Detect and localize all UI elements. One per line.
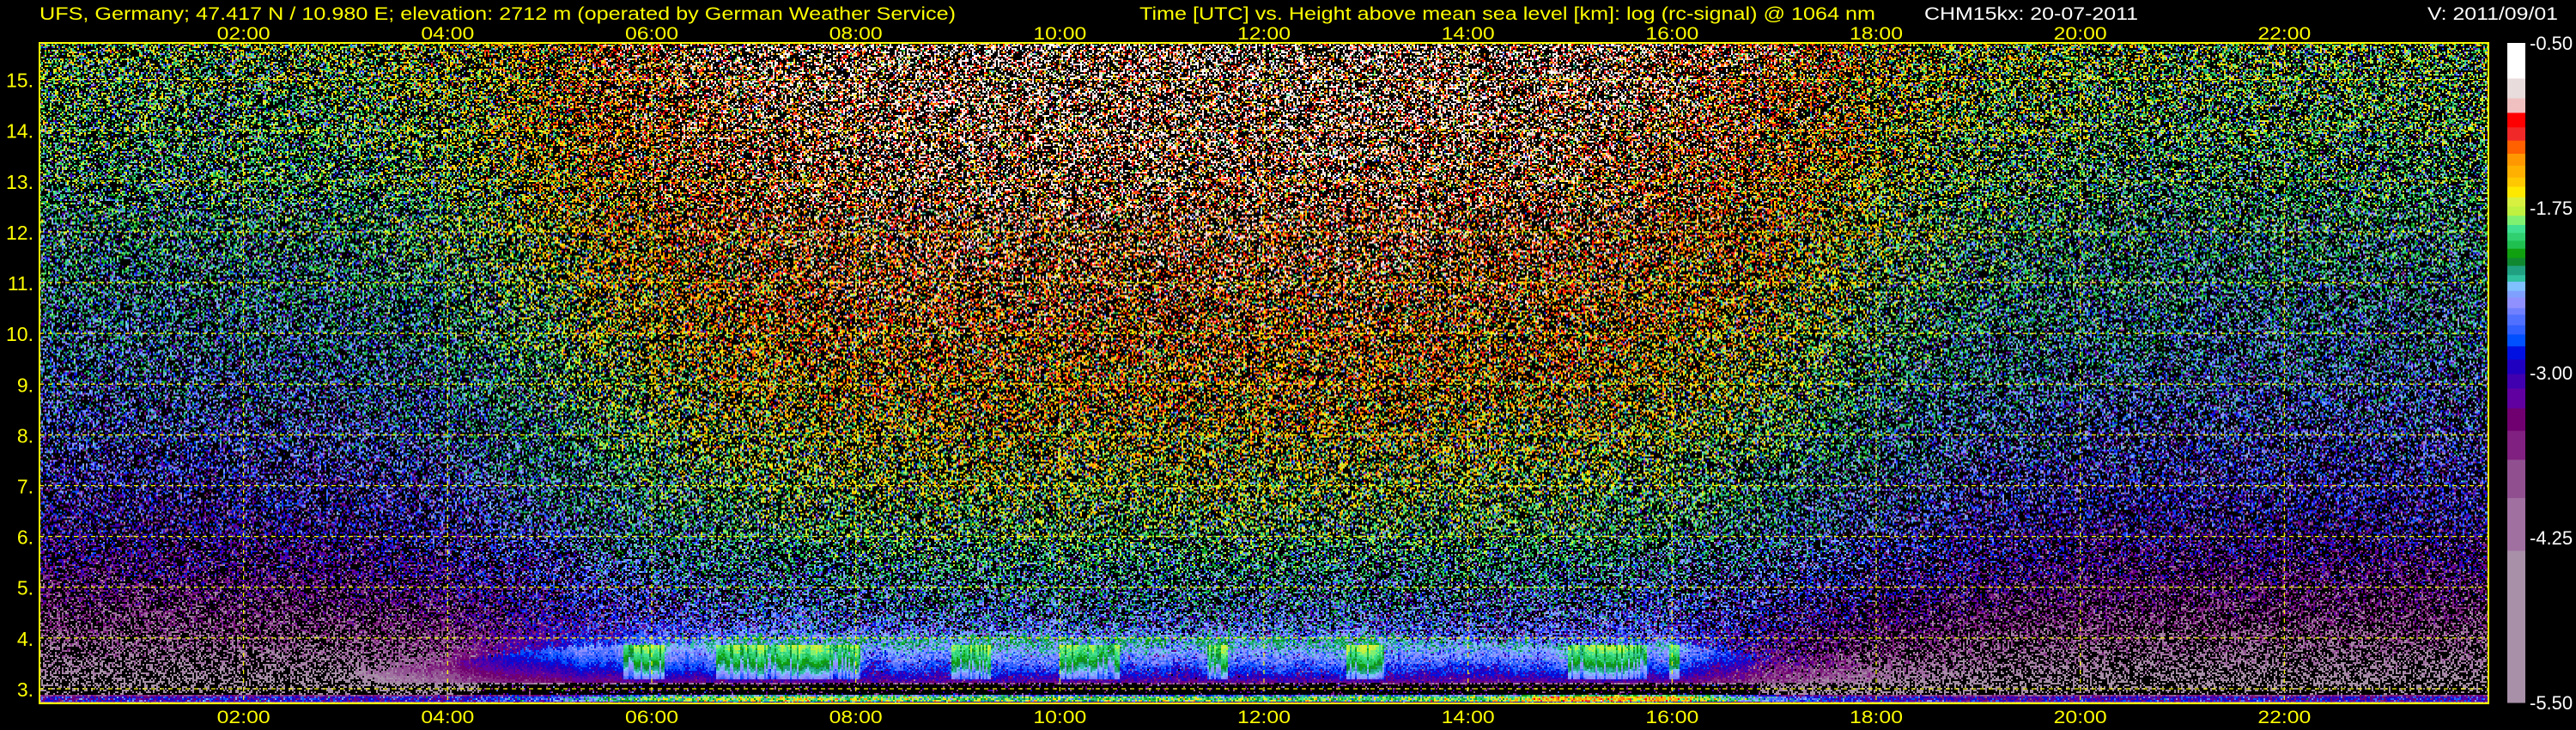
- x-tick-label: 22:00: [2257, 708, 2311, 727]
- x-tick-label: 06:00: [625, 708, 678, 727]
- colorbar-segment: [2507, 497, 2525, 551]
- x-tick-label: 12:00: [1237, 708, 1291, 727]
- colorbar-segment: [2507, 334, 2525, 347]
- x-tick-label: 04:00: [421, 24, 474, 44]
- colorbar-segment: [2507, 248, 2525, 259]
- colorbar-segment: [2507, 206, 2525, 216]
- y-tick-label: 12.: [6, 222, 33, 244]
- colorbar-segment: [2507, 165, 2525, 179]
- x-axis-bottom: 02:00 04:00 06:00 08:00 10:00 12:00 14:00 16:00…: [217, 708, 2312, 727]
- y-tick-label: 3.: [17, 678, 33, 701]
- x-tick-label: 06:00: [625, 24, 678, 44]
- version-label: V: 2011/09/01: [2427, 4, 2558, 24]
- x-tick-label: 14:00: [1442, 24, 1495, 44]
- colorbar-segment: [2507, 430, 2525, 460]
- colorbar-segment: [2507, 388, 2525, 409]
- x-tick-label: 10:00: [1033, 24, 1086, 44]
- x-tick-label: 20:00: [2054, 708, 2107, 727]
- colorbar-segment: [2507, 216, 2525, 226]
- x-tick-label: 14:00: [1442, 708, 1495, 727]
- colorbar-label: -4.25: [2530, 527, 2573, 549]
- x-tick-label: 18:00: [1850, 24, 1903, 44]
- x-tick-label: 16:00: [1645, 708, 1698, 727]
- y-axis: 3. 4. 5. 6. 7. 8. 9. 10. 11. 12. 13. 14. 15.: [6, 70, 33, 701]
- colorbar-segment: [2507, 374, 2525, 389]
- y-tick-label: 9.: [17, 374, 33, 396]
- colorbar-segment: [2507, 346, 2525, 361]
- colorbar-segment: [2507, 43, 2525, 79]
- ceilometer-plot: UFS, Germany; 47.417 N / 10.980 E; eleva…: [0, 0, 2576, 730]
- x-tick-label: 12:00: [1237, 24, 1291, 44]
- colorbar-segment: [2507, 197, 2525, 207]
- y-tick-label: 14.: [6, 120, 33, 143]
- colorbar-segment: [2507, 154, 2525, 167]
- colorbar-segment: [2507, 408, 2525, 432]
- colorbar-segment: [2507, 551, 2525, 703]
- y-tick-label: 15.: [6, 70, 33, 92]
- y-tick-label: 13.: [6, 171, 33, 193]
- colorbar-segment: [2507, 113, 2525, 128]
- y-tick-label: 8.: [17, 424, 33, 447]
- plot-title: Time [UTC] vs. Height above mean sea lev…: [1139, 4, 1875, 24]
- colorbar-segment: [2507, 459, 2525, 499]
- y-tick-label: 6.: [17, 526, 33, 549]
- plot-overlay: UFS, Germany; 47.417 N / 10.980 E; eleva…: [6, 4, 2573, 727]
- colorbar-segment: [2507, 140, 2525, 155]
- x-tick-label: 20:00: [2054, 24, 2107, 44]
- colorbar-segment: [2507, 233, 2525, 241]
- colorbar-segment: [2507, 275, 2525, 283]
- colorbar-label: -0.50: [2530, 33, 2573, 54]
- station-info: UFS, Germany; 47.417 N / 10.980 E; eleva…: [39, 4, 956, 24]
- colorbar-segment: [2507, 78, 2525, 100]
- y-tick-label: 4.: [17, 628, 33, 650]
- x-tick-label: 02:00: [217, 708, 270, 727]
- x-tick-label: 16:00: [1645, 24, 1698, 44]
- colorbar-segment: [2507, 297, 2525, 309]
- x-tick-label: 08:00: [829, 24, 883, 44]
- x-tick-label: 22:00: [2257, 24, 2311, 44]
- colorbar-segment: [2507, 314, 2525, 326]
- colorbar-labels: -0.50 -1.75 -3.00 -4.25 -5.50: [2530, 33, 2573, 714]
- x-axis-top: 02:00 04:00 06:00 08:00 10:00 12:00 14:00 16:00…: [217, 24, 2312, 44]
- colorbar-segment: [2507, 240, 2525, 250]
- y-tick-label: 11.: [8, 272, 33, 295]
- colorbar-segment: [2507, 186, 2525, 198]
- x-tick-label: 02:00: [217, 24, 270, 44]
- colorbar-segment: [2507, 325, 2525, 335]
- colorbar-label: -1.75: [2530, 198, 2573, 219]
- colorbar-label: -5.50: [2530, 692, 2573, 714]
- colorbar-label: -3.00: [2530, 362, 2573, 384]
- x-tick-label: 08:00: [829, 708, 883, 727]
- grid-lines: [39, 43, 2488, 703]
- colorbar-segment: [2507, 290, 2525, 298]
- x-tick-label: 04:00: [421, 708, 474, 727]
- colorbar-segment: [2507, 265, 2525, 276]
- y-tick-label: 10.: [6, 323, 33, 345]
- y-tick-label: 5.: [17, 577, 33, 599]
- colorbar-segment: [2507, 307, 2525, 315]
- colorbar-segment: [2507, 282, 2525, 292]
- x-tick-label: 10:00: [1033, 708, 1086, 727]
- colorbar: [2507, 43, 2525, 703]
- instrument-date: CHM15kx: 20-07-2011: [1924, 4, 2138, 24]
- colorbar-segment: [2507, 258, 2525, 267]
- colorbar-segment: [2507, 177, 2525, 187]
- colorbar-segment: [2507, 359, 2525, 375]
- colorbar-segment: [2507, 224, 2525, 234]
- y-tick-label: 7.: [17, 476, 33, 498]
- colorbar-segment: [2507, 127, 2525, 142]
- x-tick-label: 18:00: [1850, 708, 1903, 727]
- colorbar-segment: [2507, 98, 2525, 113]
